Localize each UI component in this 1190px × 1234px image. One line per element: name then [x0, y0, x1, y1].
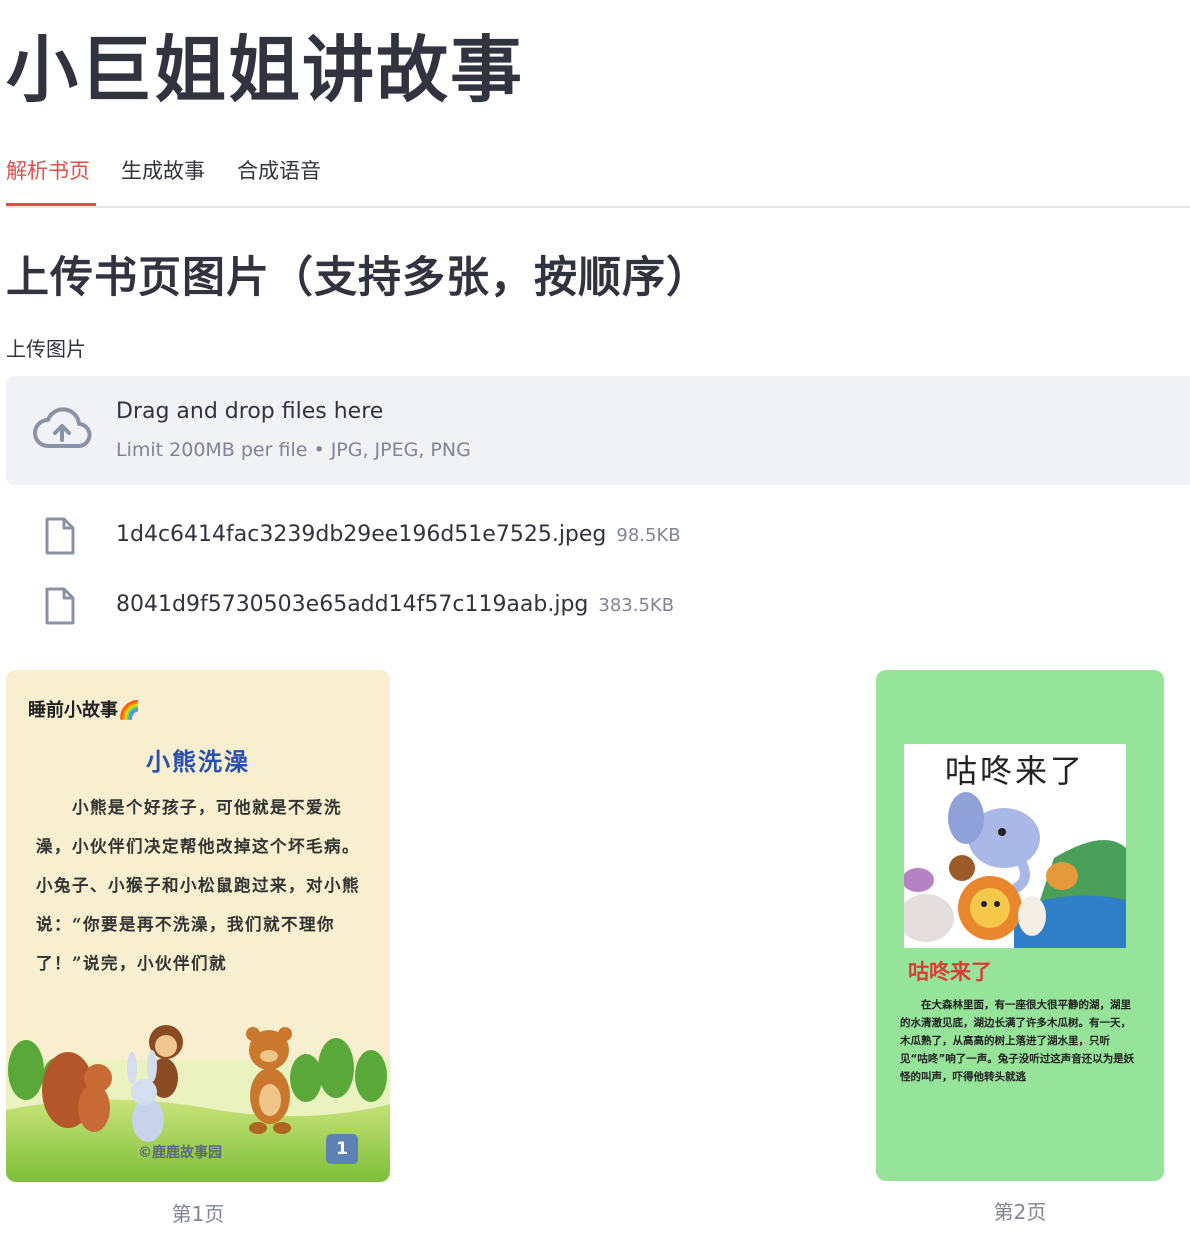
page-1-header: 睡前小故事🌈: [28, 700, 141, 721]
section-title: 上传书页图片（支持多张，按顺序）: [6, 253, 710, 303]
active-tab-indicator: [6, 203, 96, 206]
file-name-label: 1d4c6414fac3239db29ee196d51e7525.jpeg 98.…: [116, 520, 681, 551]
page-image-2: 咕咚来了 咕咚来了 在大森林里面，有一座很大很平静的湖，湖里的水清澈见底，湖边长…: [876, 670, 1164, 1181]
file-dropzone[interactable]: Drag and drop files here Limit 200MB per…: [6, 376, 1190, 485]
app-title: 小巨姐姐讲故事: [6, 28, 525, 112]
page-2-illustration-box: 咕咚来了: [904, 744, 1126, 948]
page-2-story-text: 在大森林里面，有一座很大很平静的湖，湖里的水清澈见底，湖边长满了许多木瓜树。有一…: [900, 999, 1135, 1083]
page-1-caption: 第1页: [171, 1202, 225, 1226]
uploaded-file-row: 8041d9f5730503e65add14f57c119aab.jpg 383.…: [6, 580, 906, 630]
dropzone-title: Drag and drop files here: [116, 399, 384, 424]
page-1-story-text: 小熊是个好孩子，可他就是不爱洗澡，小伙伴们决定帮他改掉这个坏毛病。 小兔子、小猴…: [36, 798, 388, 973]
page-2-story-title: 咕咚来了: [908, 960, 992, 984]
file-name: 1d4c6414fac3239db29ee196d51e7525.jpeg: [116, 522, 607, 547]
page-image-1: 睡前小故事🌈 小熊洗澡 小熊是个好孩子，可他就是不爱洗澡，小伙伴们决定帮他改掉这…: [6, 670, 390, 1182]
page-2-illustration-title: 咕咚来了: [944, 752, 1085, 790]
page-1-watermark: ©鹿鹿故事园: [138, 1145, 222, 1161]
page-1-story-title: 小熊洗澡: [146, 747, 250, 776]
uploaded-file-row: 1d4c6414fac3239db29ee196d51e7525.jpeg 98.…: [6, 510, 906, 560]
page-2-caption: 第2页: [993, 1200, 1047, 1224]
tab-generate-story[interactable]: 生成故事: [121, 156, 205, 200]
uploader-label: 上传图片: [6, 337, 86, 361]
file-size: 98.5KB: [616, 525, 681, 546]
page-1-number-badge: 1: [326, 1134, 358, 1164]
page-2-illustration: [904, 788, 1126, 948]
file-icon: [45, 517, 75, 555]
tab-bar: 解析书页 生成故事 合成语音: [6, 150, 1190, 208]
file-name: 8041d9f5730503e65add14f57c119aab.jpg: [116, 592, 589, 617]
cloud-upload-icon: [33, 407, 92, 448]
file-name-label: 8041d9f5730503e65add14f57c119aab.jpg 383.…: [116, 590, 674, 621]
dropzone-subtitle: Limit 200MB per file • JPG, JPEG, PNG: [116, 439, 471, 461]
tab-parse-pages[interactable]: 解析书页: [6, 156, 90, 200]
file-size: 383.5KB: [598, 595, 675, 616]
file-icon: [45, 587, 75, 625]
tab-synthesize-speech[interactable]: 合成语音: [237, 156, 321, 200]
